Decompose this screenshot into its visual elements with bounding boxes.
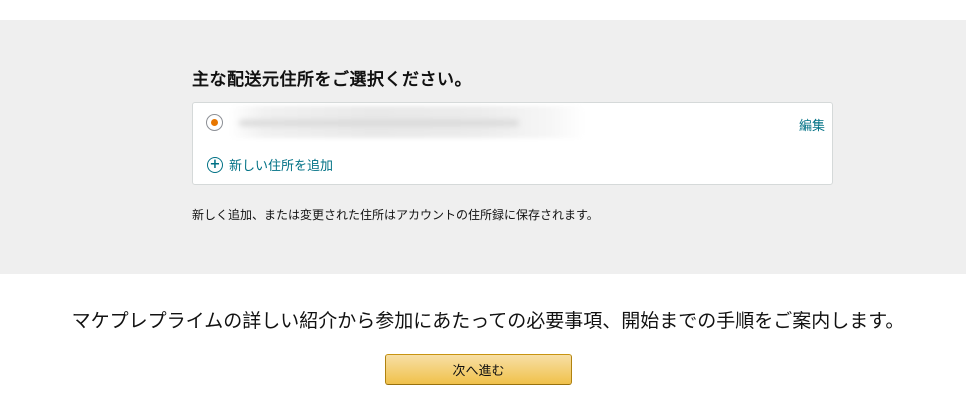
address-list-box: 編集 + 新しい住所を追加 [192, 102, 833, 185]
plus-circle-icon: + [207, 156, 223, 173]
top-strip [0, 0, 966, 20]
address-text-redacted [229, 106, 585, 138]
add-new-address-link[interactable]: + 新しい住所を追加 [207, 155, 333, 174]
add-new-address-label: 新しい住所を追加 [229, 159, 334, 174]
guide-text: マケプレプライムの詳しい紹介から参加にあたっての必要事項、開始までの手順をご案内… [71, 310, 905, 332]
next-button[interactable]: 次へ進む [385, 354, 572, 385]
edit-address-link[interactable]: 編集 [799, 115, 825, 134]
address-section: 主な配送元住所をご選択ください。 編集 + 新しい住所を追加 新しく追加、または… [0, 20, 966, 274]
address-radio-selected[interactable] [206, 114, 223, 131]
address-save-note: 新しく追加、または変更された住所はアカウントの住所録に保存されます。 [192, 208, 599, 222]
section-heading: 主な配送元住所をご選択ください。 [192, 70, 472, 90]
